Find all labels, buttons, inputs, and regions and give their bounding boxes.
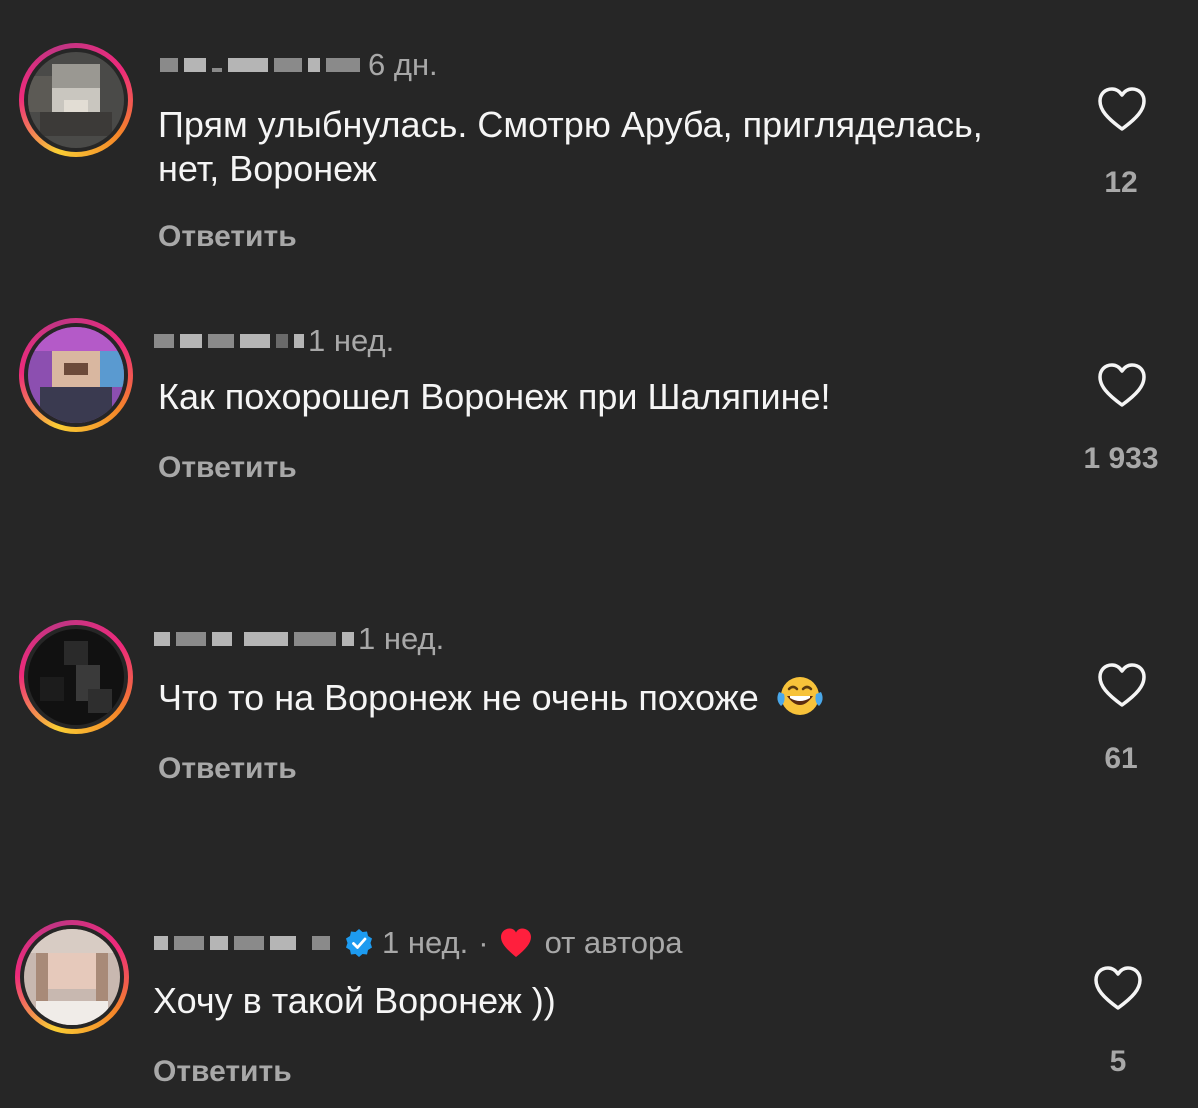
comment-text: Как похорошел Воронеж при Шаляпине! [158, 376, 831, 417]
verified-badge-icon [346, 929, 372, 957]
comment-meta: 6 дн. [160, 45, 438, 85]
comment-time: 6 дн. [368, 47, 438, 82]
author-liked-label: от автора [544, 925, 683, 960]
heart-outline-icon[interactable] [1097, 87, 1147, 133]
username-blurred[interactable] [160, 45, 360, 85]
comment-text: Прям улыбнулась. Смотрю Аруба, приглядел… [158, 104, 983, 189]
comment-meta: 1 нед. · от автора [154, 923, 683, 963]
like-count: 12 [1104, 166, 1138, 199]
comment-time: 1 нед. [308, 323, 395, 358]
comment-time: 1 нед. [358, 621, 445, 656]
avatar-gap [24, 323, 128, 427]
heart-outline-icon[interactable] [1097, 363, 1147, 409]
separator-dot: · [478, 925, 489, 960]
heart-outline-icon[interactable] [1097, 663, 1147, 709]
avatar-story-ring[interactable] [19, 43, 133, 157]
comment-text-content: Что то на Воронеж не очень похоже [158, 677, 759, 718]
username-blurred[interactable] [154, 923, 330, 963]
like-count: 61 [1104, 742, 1138, 775]
username-blurred[interactable] [154, 321, 304, 361]
like-count: 1 933 [1083, 442, 1159, 475]
avatar-story-ring[interactable] [15, 920, 129, 1034]
avatar [28, 629, 124, 725]
comment-text: Что то на Воронеж не очень похоже [158, 674, 1018, 720]
reply-button[interactable]: Ответить [158, 752, 297, 786]
avatar-gap [24, 625, 128, 729]
reply-button[interactable]: Ответить [158, 220, 297, 254]
heart-filled-icon [500, 928, 531, 957]
comment-time: 1 нед. [382, 925, 469, 960]
heart-outline-icon[interactable] [1093, 966, 1143, 1012]
reply-button[interactable]: Ответить [158, 451, 297, 485]
face-with-tears-of-joy-emoji [777, 677, 823, 715]
avatar-gap [24, 48, 128, 152]
avatar [28, 52, 124, 148]
avatar-story-ring[interactable] [19, 620, 133, 734]
like-count: 5 [1109, 1045, 1127, 1078]
avatar-gap [20, 925, 124, 1029]
avatar [24, 929, 120, 1025]
comment-meta: 1 нед. [154, 321, 394, 361]
reply-button[interactable]: Ответить [153, 1055, 292, 1089]
comment-text: Хочу в такой Воронеж )) [153, 980, 556, 1021]
comment-meta: 1 нед. [154, 619, 444, 659]
avatar [28, 327, 124, 423]
avatar-story-ring[interactable] [19, 318, 133, 432]
username-blurred[interactable] [154, 619, 354, 659]
